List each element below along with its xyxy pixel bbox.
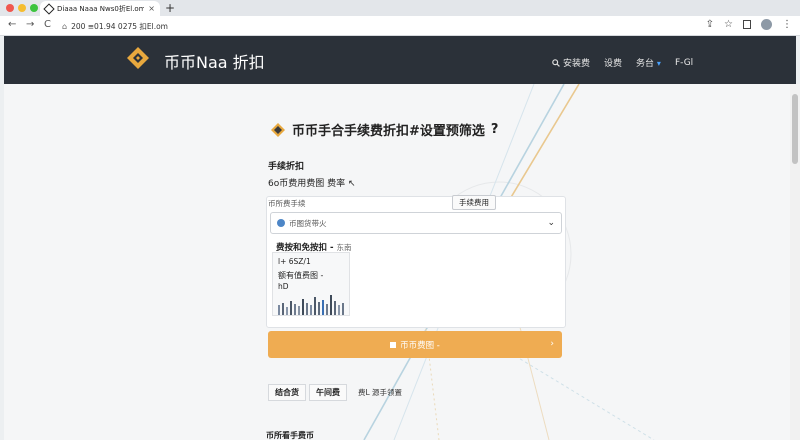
fee-discount-label: 手续折扣 (268, 162, 305, 172)
fee-rate-line: 6o币费用费图 费率 ↖ (268, 176, 356, 189)
toggle-description: 费L 源手领置 (358, 388, 403, 397)
share-icon[interactable]: ⇪ (706, 19, 714, 30)
search-icon (552, 58, 560, 67)
url-text: 200 ≡01.94 0275 扣El.om (71, 21, 168, 31)
submit-discount-button[interactable]: 币币费图 - › (268, 331, 562, 358)
mini-stat-line-2: 额有值费图 - (278, 271, 324, 280)
url-field[interactable]: ⌂ 200 ≡01.94 0275 扣El.om (62, 19, 702, 33)
tab-close-icon[interactable]: × (148, 4, 155, 13)
fee-rate-text: 6o币费用费图 费率 (268, 179, 346, 189)
browser-tab-bar: Diaaa Naaa Nws0折El.om × + (0, 0, 800, 16)
page-title: 币币手合手续费折扣#设置预筛选 ? (270, 120, 498, 139)
nav-search[interactable]: 安装费 (552, 56, 590, 69)
brand-name[interactable]: 币币Naa 折扣 (164, 49, 265, 73)
nav-item-language[interactable]: F-Gl (675, 58, 693, 68)
toggle-midday[interactable]: 午间费 (309, 384, 347, 401)
mini-stats-card: l+ 6SZ/1 额有值费图 - hD (272, 252, 350, 316)
mini-stat-line-1: l+ 6SZ/1 (278, 257, 311, 266)
submit-button-label: 币币费图 - (400, 340, 440, 351)
page-scrollbar[interactable] (790, 84, 800, 440)
back-button[interactable]: ← (8, 19, 16, 30)
fee-tag-button[interactable]: 手续费用 (452, 195, 496, 210)
cursor-icon: ↖ (347, 179, 356, 189)
nav-item-desk-label: 务台 (636, 59, 655, 69)
mini-bar-graphic (278, 295, 344, 315)
reload-button[interactable]: C (44, 19, 51, 30)
maximize-window-button[interactable] (30, 4, 38, 12)
diamond-title-icon (271, 122, 285, 137)
discount-info-sub: 东南 (336, 243, 352, 252)
browser-toolbar: ⇪ ☆ ⋮ (706, 19, 792, 30)
header-nav: 安装费 设费 务台 ▾ F-Gl (552, 56, 693, 69)
nav-item-settings[interactable]: 设费 (604, 56, 622, 69)
chevron-right-icon: › (550, 339, 554, 349)
window-controls (6, 4, 38, 12)
section-footer-label: 币所看手费币 (266, 431, 314, 440)
currency-select-label: 币所费手续 (268, 199, 306, 208)
browser-menu-icon[interactable]: ⋮ (782, 19, 792, 30)
scrollbar-thumb[interactable] (792, 94, 798, 164)
page-title-text: 币币手合手续费折扣#设置预筛选 (292, 124, 485, 139)
browser-tab[interactable]: Diaaa Naaa Nws0折El.om × (40, 1, 160, 16)
page-content: 币币手合手续费折扣#设置预筛选 ? 手续折扣 6o币费用费图 费率 ↖ 币所费手… (4, 84, 790, 440)
new-tab-button[interactable]: + (165, 1, 175, 15)
close-window-button[interactable] (6, 4, 14, 12)
bookmark-star-icon[interactable]: ☆ (724, 19, 733, 30)
submit-checkbox-icon (390, 341, 397, 348)
toggle-combined[interactable]: 结合货 (268, 384, 306, 401)
minimize-window-button[interactable] (18, 4, 26, 12)
extensions-icon[interactable] (743, 20, 751, 29)
tab-title: Diaaa Naaa Nws0折El.om (57, 4, 145, 13)
mini-stat-line-3: hD (278, 282, 289, 291)
help-icon[interactable]: ? (491, 122, 499, 137)
coin-icon (277, 219, 285, 227)
forward-button[interactable]: → (26, 19, 34, 30)
chevron-down-icon: ⌄ (547, 218, 555, 228)
chevron-down-icon: ▾ (656, 59, 661, 68)
currency-select-value: 币图货带火 (289, 218, 327, 228)
tab-favicon-icon (43, 2, 55, 15)
address-bar: ← → C ⌂ 200 ≡01.94 0275 扣El.om ⇪ ☆ ⋮ (0, 16, 800, 36)
nav-item-desk[interactable]: 务台 ▾ (636, 56, 661, 69)
diamond-logo-icon[interactable] (126, 46, 150, 70)
profile-avatar-icon[interactable] (761, 19, 772, 30)
site-info-icon[interactable]: ⌂ (62, 22, 67, 31)
nav-search-label: 安装费 (563, 59, 591, 69)
fee-mode-toggle: 结合货 午间费 费L 源手领置 (268, 384, 402, 401)
site-header: 币币Naa 折扣 安装费 设费 务台 ▾ F-Gl (4, 36, 796, 84)
currency-select[interactable]: 币图货带火 ⌄ (270, 212, 562, 234)
